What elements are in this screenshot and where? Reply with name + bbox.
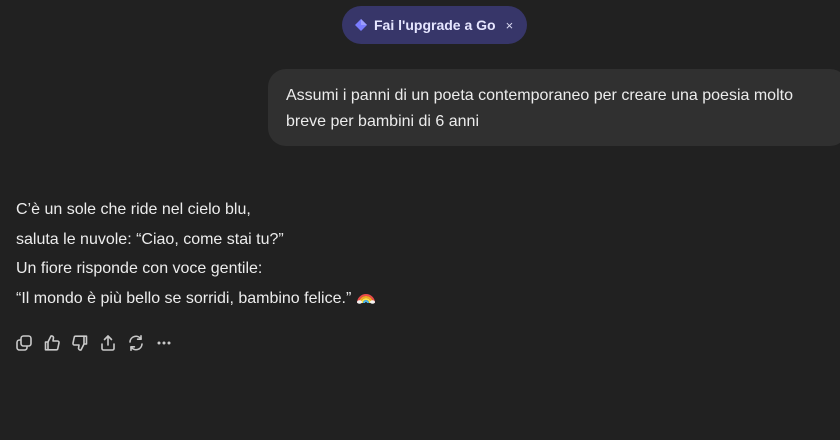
upgrade-label: Fai l'upgrade a Go — [374, 17, 496, 33]
diamond-icon — [354, 18, 368, 32]
close-icon[interactable]: × — [506, 19, 514, 32]
regenerate-icon — [129, 335, 143, 351]
poem-line-text: “Il mondo è più bello se sorridi, bambin… — [16, 289, 352, 307]
more-icon — [157, 341, 171, 345]
thumbs-up-button[interactable] — [42, 333, 62, 353]
user-message: Assumi i panni di un poeta contemporaneo… — [268, 69, 840, 146]
copy-icon — [16, 335, 32, 351]
user-message-text: Assumi i panni di un poeta contemporaneo… — [286, 87, 793, 130]
thumbs-down-icon — [72, 335, 88, 351]
copy-button[interactable] — [14, 333, 34, 353]
assistant-message: C’è un sole che ride nel cielo blu, salu… — [16, 195, 716, 313]
thumbs-down-button[interactable] — [70, 333, 90, 353]
rainbow-icon — [357, 285, 376, 304]
poem-line: C’è un sole che ride nel cielo blu, — [16, 201, 251, 218]
message-actions — [14, 333, 174, 353]
share-icon — [101, 335, 115, 351]
regenerate-button[interactable] — [126, 333, 146, 353]
poem-line-last: “Il mondo è più bello se sorridi, bambin… — [16, 284, 716, 314]
poem-line: Un fiore risponde con voce gentile: — [16, 260, 263, 277]
thumbs-up-icon — [44, 335, 60, 351]
share-button[interactable] — [98, 333, 118, 353]
upgrade-banner[interactable]: Fai l'upgrade a Go × — [342, 6, 528, 44]
poem-line: saluta le nuvole: “Ciao, come stai tu?” — [16, 230, 284, 248]
more-button[interactable] — [154, 333, 174, 353]
